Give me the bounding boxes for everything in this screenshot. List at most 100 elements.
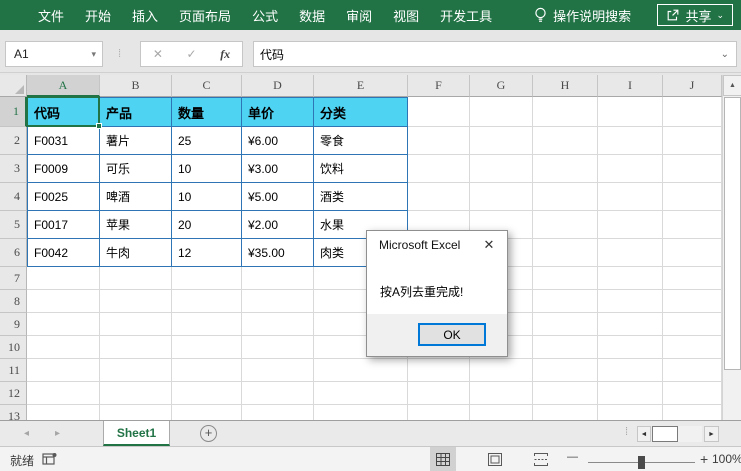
cell-A2[interactable]: F0031	[27, 127, 100, 155]
cell-A12[interactable]	[27, 382, 100, 405]
vertical-scrollbar[interactable]: ▲	[722, 75, 741, 420]
cell-B5[interactable]: 苹果	[100, 211, 172, 239]
cell-C1[interactable]: 数量	[172, 97, 242, 127]
cell-C3[interactable]: 10	[172, 155, 242, 183]
cell-F12[interactable]	[408, 382, 470, 405]
page-break-preview-button[interactable]	[528, 447, 554, 471]
column-header-E[interactable]: E	[314, 75, 408, 97]
cell-J1[interactable]	[663, 97, 722, 127]
cell-G11[interactable]	[470, 359, 533, 382]
cell-B11[interactable]	[100, 359, 172, 382]
row-header-13[interactable]: 13	[0, 405, 27, 420]
cell-D8[interactable]	[242, 290, 314, 313]
zoom-in-icon[interactable]: +	[700, 451, 708, 467]
cell-D4[interactable]: ¥5.00	[242, 183, 314, 211]
select-all-corner[interactable]	[0, 75, 27, 97]
scroll-right-icon[interactable]: ►	[704, 426, 719, 442]
cell-E11[interactable]	[314, 359, 408, 382]
cell-E13[interactable]	[314, 405, 408, 420]
cell-B13[interactable]	[100, 405, 172, 420]
cell-G3[interactable]	[470, 155, 533, 183]
column-header-G[interactable]: G	[470, 75, 533, 97]
formula-bar-drag-handle[interactable]: ⁞	[118, 41, 121, 67]
column-header-I[interactable]: I	[598, 75, 663, 97]
cell-B1[interactable]: 产品	[100, 97, 172, 127]
tab-formulas[interactable]: 公式	[252, 6, 278, 25]
cell-A13[interactable]	[27, 405, 100, 420]
column-header-D[interactable]: D	[242, 75, 314, 97]
row-header-10[interactable]: 10	[0, 336, 27, 359]
cell-F1[interactable]	[408, 97, 470, 127]
cell-E2[interactable]: 零食	[314, 127, 408, 155]
enter-icon[interactable]: ✓	[187, 47, 197, 61]
cell-J8[interactable]	[663, 290, 722, 313]
cell-C11[interactable]	[172, 359, 242, 382]
cell-G4[interactable]	[470, 183, 533, 211]
cell-J3[interactable]	[663, 155, 722, 183]
cell-J11[interactable]	[663, 359, 722, 382]
cell-H7[interactable]	[533, 267, 598, 290]
cell-I9[interactable]	[598, 313, 663, 336]
name-box[interactable]: A1 ▾	[5, 41, 103, 67]
cell-H9[interactable]	[533, 313, 598, 336]
cell-C9[interactable]	[172, 313, 242, 336]
cell-H8[interactable]	[533, 290, 598, 313]
cell-D10[interactable]	[242, 336, 314, 359]
cell-A8[interactable]	[27, 290, 100, 313]
cell-D9[interactable]	[242, 313, 314, 336]
cell-D2[interactable]: ¥6.00	[242, 127, 314, 155]
tab-insert[interactable]: 插入	[132, 6, 158, 25]
scroll-left-icon[interactable]: ◄	[637, 426, 651, 442]
cell-C6[interactable]: 12	[172, 239, 242, 267]
dialog-close-icon[interactable]: ✕	[475, 234, 503, 255]
cell-I10[interactable]	[598, 336, 663, 359]
cell-I6[interactable]	[598, 239, 663, 267]
cell-H1[interactable]	[533, 97, 598, 127]
cell-I12[interactable]	[598, 382, 663, 405]
cell-A3[interactable]: F0009	[27, 155, 100, 183]
scroll-up-icon[interactable]: ▲	[723, 75, 741, 96]
cell-E1[interactable]: 分类	[314, 97, 408, 127]
cell-I5[interactable]	[598, 211, 663, 239]
cell-J7[interactable]	[663, 267, 722, 290]
zoom-out-icon[interactable]: —	[567, 451, 578, 463]
cell-B10[interactable]	[100, 336, 172, 359]
cell-A9[interactable]	[27, 313, 100, 336]
cell-D12[interactable]	[242, 382, 314, 405]
row-header-1[interactable]: 1	[0, 97, 27, 127]
tab-data[interactable]: 数据	[299, 6, 325, 25]
horizontal-scrollbar-track[interactable]	[678, 426, 702, 442]
page-layout-view-button[interactable]	[482, 447, 508, 471]
cell-F4[interactable]	[408, 183, 470, 211]
cell-G13[interactable]	[470, 405, 533, 420]
cell-H3[interactable]	[533, 155, 598, 183]
cell-H6[interactable]	[533, 239, 598, 267]
cell-C5[interactable]: 20	[172, 211, 242, 239]
cell-E12[interactable]	[314, 382, 408, 405]
cell-B9[interactable]	[100, 313, 172, 336]
cell-A4[interactable]: F0025	[27, 183, 100, 211]
row-header-6[interactable]: 6	[0, 239, 27, 267]
cell-I13[interactable]	[598, 405, 663, 420]
sheet-nav-right-icon[interactable]: ▸	[55, 428, 60, 439]
formula-bar-expand-icon[interactable]: ⌄	[721, 49, 729, 60]
cell-H13[interactable]	[533, 405, 598, 420]
cell-B8[interactable]	[100, 290, 172, 313]
column-header-J[interactable]: J	[663, 75, 722, 97]
cell-J6[interactable]	[663, 239, 722, 267]
cell-B3[interactable]: 可乐	[100, 155, 172, 183]
cell-C4[interactable]: 10	[172, 183, 242, 211]
cell-G2[interactable]	[470, 127, 533, 155]
column-header-C[interactable]: C	[172, 75, 242, 97]
row-header-5[interactable]: 5	[0, 211, 27, 239]
cell-H2[interactable]	[533, 127, 598, 155]
tab-review[interactable]: 审阅	[346, 6, 372, 25]
cell-A1[interactable]: 代码	[27, 97, 100, 127]
column-header-H[interactable]: H	[533, 75, 598, 97]
cell-H10[interactable]	[533, 336, 598, 359]
row-header-11[interactable]: 11	[0, 359, 27, 382]
tab-file[interactable]: 文件	[38, 6, 64, 25]
row-header-12[interactable]: 12	[0, 382, 27, 405]
normal-view-button[interactable]	[430, 447, 456, 471]
cell-C13[interactable]	[172, 405, 242, 420]
